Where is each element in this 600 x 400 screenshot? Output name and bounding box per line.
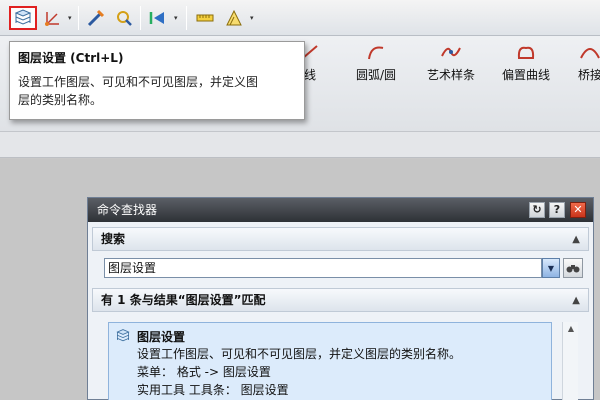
measure-dropdown-icon[interactable]: ▾ (250, 14, 254, 22)
tooltip-body: 设置工作图层、可见和不可见图层，并定义图 层的类别名称。 (18, 73, 296, 109)
result-description: 设置工作图层、可见和不可见图层，并定义图层的类别名称。 (137, 347, 462, 361)
view-triad-button[interactable] (146, 6, 170, 30)
view-triad-icon (149, 12, 164, 24)
wcs-orient-button[interactable] (41, 6, 65, 30)
ribbon-studio-spline-label: 艺术样条 (427, 68, 476, 82)
search-input[interactable]: 图层设置 (104, 258, 542, 278)
ribbon-arc-circle-label: 圆弧/圆 (356, 68, 397, 82)
angle-measure-icon (226, 9, 242, 26)
command-finder-dialog: 命令查找器 ↻ ? ✕ 搜索 ▲ 图层设置 ▼ 有 1 条与结果“图层设置”匹配… (87, 197, 594, 400)
snap-point-button[interactable] (84, 6, 108, 30)
ribbon-offset-curve-button[interactable]: 偏置曲线 (502, 40, 550, 83)
ribbon-offset-curve-label: 偏置曲线 (502, 68, 551, 82)
measure-ruler-icon (196, 14, 214, 22)
bridge-icon (576, 40, 600, 64)
results-section-header[interactable]: 有 1 条与结果“图层设置”匹配 ▲ (92, 288, 589, 312)
scroll-up-icon[interactable]: ▲ (564, 324, 578, 336)
toolbar-separator (186, 6, 187, 30)
results-scrollbar[interactable]: ▲ (562, 322, 578, 400)
collapse-icon[interactable]: ▲ (572, 229, 580, 251)
find-button[interactable] (563, 258, 583, 278)
result-toolbar-path: 实用工具 工具条： 图层设置 (137, 383, 289, 397)
selection-button[interactable] (112, 6, 136, 30)
layer-settings-button[interactable] (9, 6, 37, 30)
tooltip-title: 图层设置 (Ctrl+L) (18, 51, 124, 65)
result-item[interactable]: 图层设置 设置工作图层、可见和不可见图层，并定义图层的类别名称。 菜单： 格式 … (108, 322, 552, 400)
selection-icon (117, 11, 132, 26)
search-section-header[interactable]: 搜索 ▲ (92, 227, 589, 251)
spline-icon (437, 40, 465, 64)
search-row: 图层设置 ▼ (104, 258, 583, 278)
ribbon-bridge-label: 桥接 (577, 68, 600, 82)
offset-curve-icon (512, 40, 540, 64)
search-section-label: 搜索 (101, 232, 126, 246)
layer-settings-icon (14, 9, 32, 25)
toolbar-separator (140, 6, 141, 30)
wcs-dropdown-icon[interactable]: ▾ (68, 14, 72, 22)
layer-settings-icon (116, 329, 130, 342)
arc-icon (362, 40, 390, 64)
measure-button[interactable] (193, 6, 217, 30)
angle-measure-button[interactable] (222, 6, 246, 30)
ribbon-studio-spline-button[interactable]: 艺术样条 (427, 40, 475, 83)
dialog-title: 命令查找器 (97, 203, 158, 217)
ribbon-line-label: 线 (303, 68, 316, 82)
secondary-toolbar (0, 132, 600, 158)
help-button[interactable]: ? (549, 202, 565, 218)
ribbon-arc-circle-button[interactable]: 圆弧/圆 (356, 40, 396, 83)
result-menu-path: 菜单： 格式 -> 图层设置 (137, 365, 271, 379)
close-button[interactable]: ✕ (570, 202, 586, 218)
snap-point-icon (87, 9, 105, 27)
toolbar-separator (78, 6, 79, 30)
reset-button[interactable]: ↻ (529, 202, 545, 218)
binoculars-icon (566, 265, 580, 273)
wcs-orient-icon (45, 12, 59, 26)
chevron-down-icon: ▼ (547, 263, 555, 273)
tooltip-body-line: 层的类别名称。 (18, 93, 103, 107)
collapse-icon[interactable]: ▲ (572, 290, 580, 312)
result-title: 图层设置 (137, 329, 186, 344)
tooltip-body-line: 设置工作图层、可见和不可见图层，并定义图 (18, 75, 259, 89)
layer-settings-tooltip: 图层设置 (Ctrl+L) 设置工作图层、可见和不可见图层，并定义图 层的类别名… (9, 41, 305, 120)
results-count-label: 有 1 条与结果“图层设置”匹配 (101, 293, 266, 307)
ribbon-bridge-button[interactable]: 桥接 (576, 40, 600, 83)
dialog-title-bar[interactable]: 命令查找器 (88, 198, 593, 222)
view-dropdown-icon[interactable]: ▾ (174, 14, 178, 22)
search-history-dropdown[interactable]: ▼ (542, 258, 560, 278)
result-title-row: 图层设置 (115, 327, 545, 345)
top-toolbar: ▾ ▾ ▾ (0, 0, 600, 36)
